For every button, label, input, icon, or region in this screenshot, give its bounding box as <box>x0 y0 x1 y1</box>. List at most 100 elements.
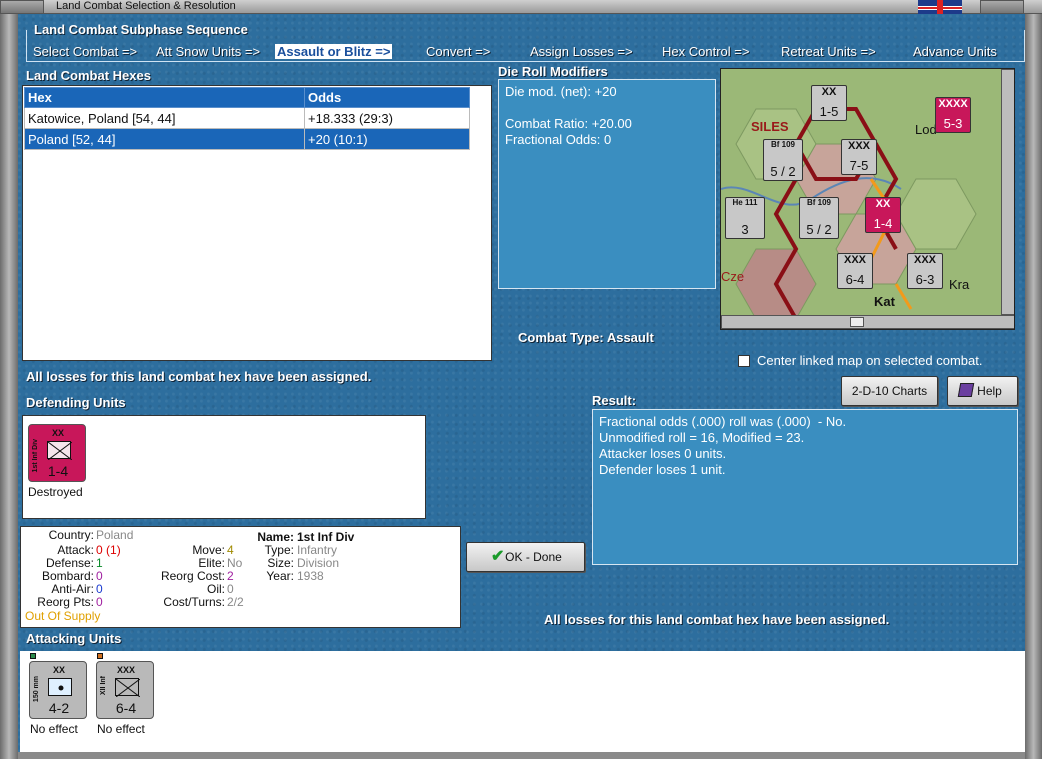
odds-cell[interactable]: +18.333 (29:3) <box>304 107 470 129</box>
cost-turns-label: Cost/Turns: <box>163 595 225 609</box>
hex-cell[interactable]: Katowice, Poland [54, 44] <box>24 107 305 129</box>
map-label-katowice: Kat <box>874 294 895 309</box>
step-retreat-units[interactable]: Retreat Units => <box>781 44 876 59</box>
unit-size: XXX <box>116 665 135 675</box>
center-map-checkbox[interactable] <box>738 355 750 367</box>
defending-unit-card[interactable]: XX 1st Inf Div 1-4 <box>28 424 86 482</box>
unit-values: 4-2 <box>48 700 70 716</box>
reorg-pts-value: 0 <box>96 595 103 609</box>
oil-value: 0 <box>227 582 234 596</box>
defense-value: 1 <box>96 556 103 570</box>
artillery-icon <box>48 678 72 696</box>
odds-cell[interactable]: +20 (10:1) <box>304 128 470 150</box>
step-assault-or-blitz[interactable]: Assault or Blitz => <box>275 44 393 59</box>
step-select-combat[interactable]: Select Combat => <box>33 44 137 59</box>
left-frame-border <box>0 14 18 759</box>
map-counter-xxx-7-5[interactable]: XXX 7-5 <box>841 139 877 175</box>
type-value: Infantry <box>297 543 338 557</box>
infantry-icon <box>115 678 141 698</box>
antiair-value: 0 <box>96 582 103 596</box>
map-scroll-thumb[interactable] <box>850 317 864 327</box>
combat-ratio: Combat Ratio: +20.00 <box>505 116 632 131</box>
reorg-cost-value: 2 <box>227 569 234 583</box>
die-roll-panel: Die mod. (net): +20 Combat Ratio: +20.00… <box>498 79 716 289</box>
name-label: Name: <box>257 530 294 544</box>
oil-label: Oil: <box>207 582 225 596</box>
country-label: Country: <box>48 528 94 542</box>
result-line-2: Unmodified roll = 16, Modified = 23. <box>599 430 805 445</box>
map-label-cze: Cze <box>721 269 745 284</box>
land-combat-hexes-title: Land Combat Hexes <box>26 68 151 83</box>
map-horizontal-scrollbar[interactable] <box>721 315 1014 329</box>
map-counter-xxx-6-3[interactable]: XXX 6-3 <box>907 253 943 289</box>
type-label: Type: <box>264 543 294 557</box>
result-line-4: Defender loses 1 unit. <box>599 462 726 477</box>
hex-cell[interactable]: Poland [52, 44] <box>24 128 305 150</box>
center-map-label: Center linked map on selected combat. <box>757 353 983 368</box>
window-close-button[interactable] <box>980 0 1024 14</box>
window-title: Land Combat Selection & Resolution <box>56 0 236 12</box>
unit-marker-icon <box>97 653 103 659</box>
year-label: Year: <box>266 569 294 583</box>
hex-column-header[interactable]: Hex <box>24 87 305 108</box>
result-line-3: Attacker loses 0 units. <box>599 446 727 461</box>
odds-column-header[interactable]: Odds <box>304 87 470 108</box>
map-counter-bf109-b[interactable]: Bf 109 5 / 2 <box>799 197 839 239</box>
map-vertical-scrollbar[interactable] <box>1001 69 1014 315</box>
window-menu-button[interactable] <box>0 0 44 14</box>
unit-details-panel: Country: Poland Attack: 0 (1) Defense: 1… <box>20 526 461 628</box>
attacking-unit-card[interactable]: XXX XII Inf 6-4 <box>96 661 154 719</box>
step-assign-losses[interactable]: Assign Losses => <box>530 44 633 59</box>
table-row[interactable]: Katowice, Poland [54, 44] +18.333 (29:3) <box>24 107 470 129</box>
losses-assigned-msg: All losses for this land combat hex have… <box>26 369 372 384</box>
attack-value: 0 (1) <box>96 543 121 557</box>
map-counter-xxx-6-4[interactable]: XXX 6-4 <box>837 253 873 289</box>
map-label-lodz: Lod <box>915 122 937 137</box>
window-frame: Land Combat Selection & Resolution Land … <box>0 0 1042 759</box>
map-counter-xx-1-5[interactable]: XX 1-5 <box>811 85 847 121</box>
step-convert[interactable]: Convert => <box>426 44 490 59</box>
help-book-icon <box>957 383 975 397</box>
attacking-units-panel: XX 150 mm 4-2 No effect XXX XII Inf 6-4 … <box>20 651 1025 752</box>
sequence-title: Land Combat Subphase Sequence <box>34 22 248 37</box>
move-label: Move: <box>192 543 225 557</box>
map-label-krakow: Kra <box>949 277 970 292</box>
unit-marker-icon <box>30 653 36 659</box>
step-att-snow-units[interactable]: Att Snow Units => <box>156 44 260 59</box>
step-hex-control[interactable]: Hex Control => <box>662 44 749 59</box>
elite-label: Elite: <box>198 556 225 570</box>
fractional-odds: Fractional Odds: 0 <box>505 132 612 147</box>
help-button-label: Help <box>977 384 1002 398</box>
map-counter-bf109-a[interactable]: Bf 109 5 / 2 <box>763 139 803 181</box>
attacking-unit-card[interactable]: XX 150 mm 4-2 <box>29 661 87 719</box>
checkmark-icon: ✔ <box>491 548 505 565</box>
ok-done-button[interactable]: ✔ OK - Done <box>466 542 585 572</box>
hex-list-panel: Hex Odds Katowice, Poland [54, 44] +18.3… <box>22 85 492 361</box>
main-panel: Land Combat Subphase Sequence Select Com… <box>18 14 1025 752</box>
attack-label: Attack: <box>57 543 94 557</box>
table-row-selected[interactable]: Poland [52, 44] +20 (10:1) <box>24 128 470 150</box>
attacking-units-title: Attacking Units <box>26 631 122 646</box>
defending-units-title: Defending Units <box>26 395 126 410</box>
help-button[interactable]: Help <box>947 376 1018 406</box>
step-advance-units[interactable]: Advance Units <box>913 44 997 59</box>
window-titlebar: Land Combat Selection & Resolution <box>0 0 1042 14</box>
charts-button[interactable]: 2-D-10 Charts <box>841 376 938 406</box>
losses-assigned-msg-2: All losses for this land combat hex have… <box>544 612 890 627</box>
country-value: Poland <box>96 528 134 542</box>
attacking-unit-result: No effect <box>97 722 145 736</box>
antiair-label: Anti-Air: <box>51 582 94 596</box>
reorg-pts-label: Reorg Pts: <box>37 595 94 609</box>
bombard-label: Bombard: <box>41 569 94 583</box>
defending-units-panel: XX 1st Inf Div 1-4 Destroyed <box>22 415 426 519</box>
supply-status: Out Of Supply <box>25 609 101 623</box>
map-counter-he111[interactable]: He 111 3 <box>725 197 765 239</box>
linked-map[interactable]: SILES Lod Cze Kat Kra XX 1-5 XXXX 5-3 XXX 7… <box>720 68 1015 330</box>
unit-name-vertical: 150 mm <box>33 676 40 703</box>
hex-table: Hex Odds Katowice, Poland [54, 44] +18.3… <box>24 87 470 150</box>
map-counter-target-1-4[interactable]: XX 1-4 <box>865 197 901 233</box>
map-counter-xxxx-5-3[interactable]: XXXX 5-3 <box>935 97 971 133</box>
infantry-icon <box>47 441 73 461</box>
size-value: Division <box>297 556 340 570</box>
bombard-value: 0 <box>96 569 103 583</box>
